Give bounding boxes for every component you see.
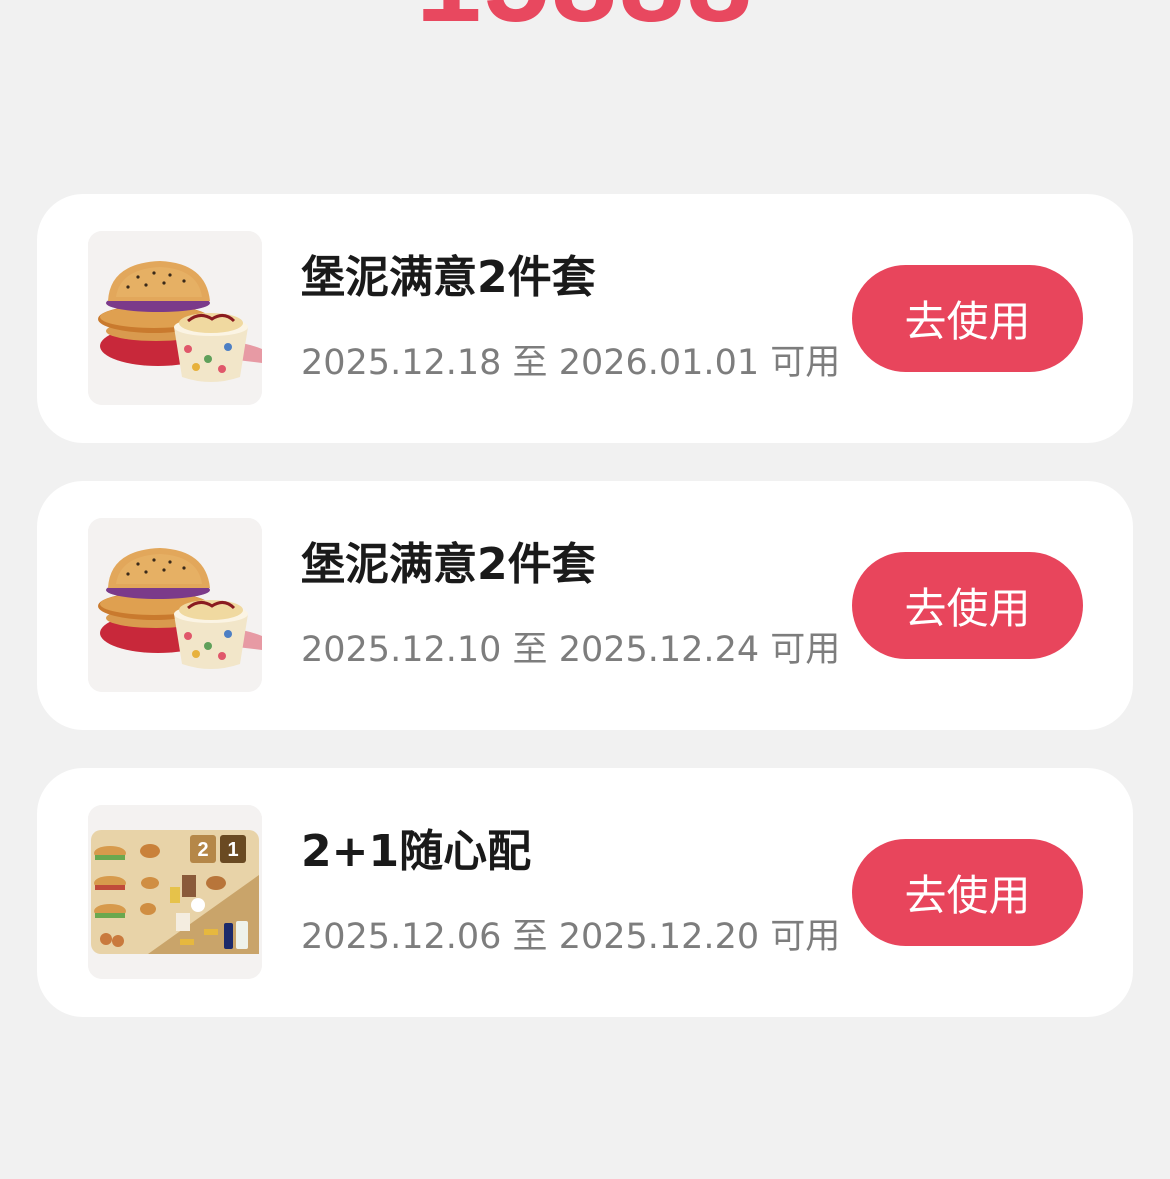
coupon-image-burger-bowl — [88, 518, 262, 692]
coupon-start-date: 2025.12.18 — [301, 343, 502, 383]
coupon-title: 2+1随心配 — [301, 826, 532, 877]
coupon-date-separator: 至 — [512, 343, 548, 383]
coupon-end-date: 2025.12.24 — [558, 630, 760, 670]
coupon-image-mix-match-menu: 2 1 — [88, 805, 262, 979]
coupon-list: 堡泥满意2件套 2025.12.18 至 2026.01.01 可用 去使用 堡… — [37, 194, 1133, 1055]
points-value: 15888 — [0, 0, 1170, 40]
coupon-validity: 2025.12.06 至 2025.12.20 可用 — [301, 916, 840, 958]
coupon-card[interactable]: 2 1 2+1随心配 2025.12.06 至 2025.12.20 可用 去使… — [37, 768, 1133, 1017]
coupon-status: 可用 — [770, 343, 841, 383]
coupon-validity: 2025.12.10 至 2025.12.24 可用 — [301, 629, 840, 671]
coupon-image-burger-bowl — [88, 231, 262, 405]
coupon-title: 堡泥满意2件套 — [301, 252, 596, 303]
coupon-end-date: 2026.01.01 — [558, 343, 760, 383]
coupon-status: 可用 — [770, 917, 841, 957]
coupon-date-separator: 至 — [512, 630, 548, 670]
coupon-card[interactable]: 堡泥满意2件套 2025.12.10 至 2025.12.24 可用 去使用 — [37, 481, 1133, 730]
use-coupon-button[interactable]: 去使用 — [852, 265, 1083, 372]
use-coupon-button[interactable]: 去使用 — [852, 839, 1083, 946]
use-coupon-button[interactable]: 去使用 — [852, 552, 1083, 659]
coupon-card[interactable]: 堡泥满意2件套 2025.12.18 至 2026.01.01 可用 去使用 — [37, 194, 1133, 443]
badge-one: 1 — [227, 839, 238, 861]
coupon-date-separator: 至 — [512, 917, 548, 957]
coupon-start-date: 2025.12.06 — [301, 917, 502, 957]
coupon-title: 堡泥满意2件套 — [301, 539, 596, 590]
coupon-end-date: 2025.12.20 — [558, 917, 760, 957]
coupon-validity: 2025.12.18 至 2026.01.01 可用 — [301, 342, 840, 384]
coupon-status: 可用 — [770, 630, 841, 670]
badge-two: 2 — [197, 839, 208, 861]
coupon-start-date: 2025.12.10 — [301, 630, 502, 670]
